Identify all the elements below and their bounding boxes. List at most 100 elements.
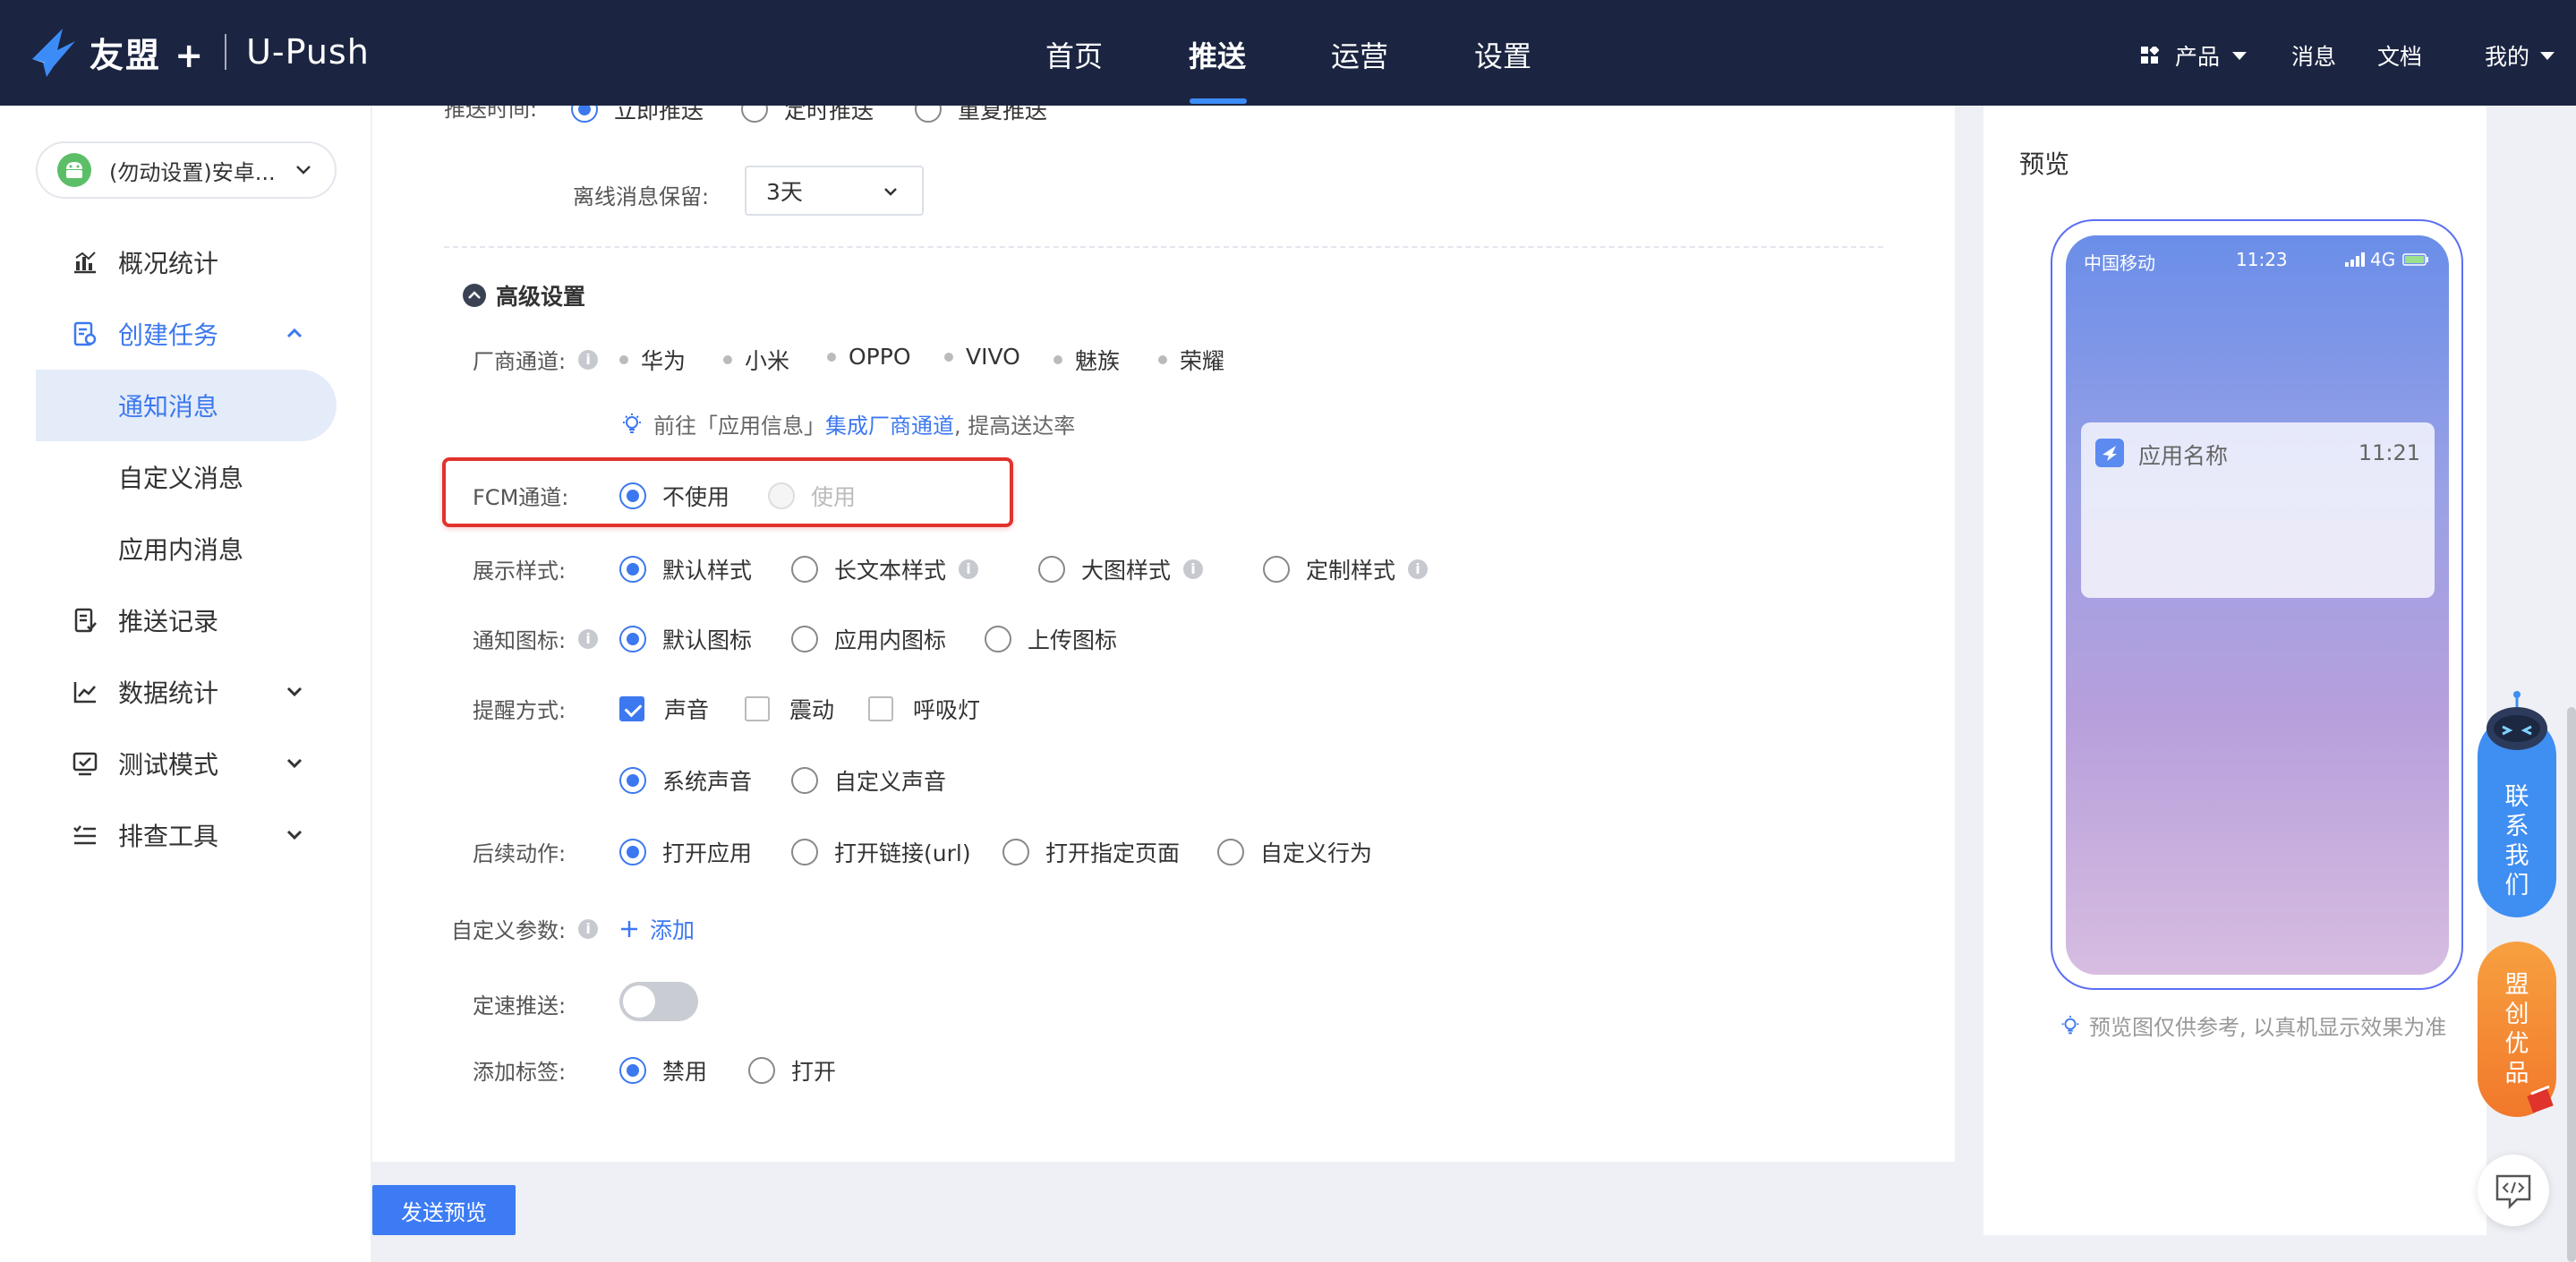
icon-inapp-radio[interactable]: 应用内图标 — [791, 623, 946, 655]
icon-default-radio[interactable]: 默认图标 — [619, 623, 752, 655]
remind-sound-checkbox[interactable]: 声音 — [619, 693, 709, 725]
advanced-settings-title: 高级设置 — [496, 284, 586, 310]
page-scrollbar[interactable] — [2567, 707, 2576, 1262]
fixed-speed-toggle[interactable] — [619, 982, 698, 1021]
sidebar-item-notification[interactable]: 通知消息 — [36, 370, 337, 441]
info-icon[interactable]: i — [578, 628, 599, 649]
icon-upload-radio[interactable]: 上传图标 — [985, 623, 1117, 655]
fcm-off-radio[interactable]: 不使用 — [619, 480, 729, 512]
fcm-on-radio[interactable]: 使用 — [768, 480, 856, 512]
chevron-down-icon — [884, 188, 897, 196]
sidebar-item-label: 自定义消息 — [118, 464, 244, 493]
push-now-radio[interactable]: 立即推送 — [571, 106, 704, 125]
vendor-meizu: 魅族 — [1053, 344, 1120, 376]
notif-icon-label: 通知图标: — [473, 628, 567, 653]
notif-app-name: 应用名称 — [2138, 443, 2229, 469]
notif-time: 11:21 — [2358, 440, 2420, 465]
offline-label: 离线消息保留: — [573, 184, 710, 209]
app-selector[interactable]: (勿动设置)安卓... — [36, 141, 337, 199]
main-form-panel — [372, 106, 1955, 1162]
plus-icon — [621, 921, 637, 937]
after-open-url-radio[interactable]: 打开链接(url) — [791, 836, 971, 868]
after-custom-radio[interactable]: 自定义行为 — [1217, 836, 1372, 868]
remind-light-checkbox[interactable]: 呼吸灯 — [868, 693, 980, 725]
fixed-speed-label: 定速推送: — [473, 993, 567, 1019]
offline-select[interactable]: 3天 — [745, 166, 924, 216]
tags-disable-radio[interactable]: 禁用 — [619, 1054, 707, 1087]
caret-down-icon — [2540, 52, 2555, 60]
sidebar-item-overview[interactable]: 概况统计 — [36, 226, 337, 298]
nav-operations[interactable]: 运营 — [1331, 34, 1388, 75]
nav-settings[interactable]: 设置 — [1474, 34, 1531, 75]
monitor-check-icon — [73, 752, 98, 776]
info-icon: i — [959, 559, 979, 579]
send-preview-button[interactable]: 发送预览 — [372, 1185, 516, 1235]
add-param-button[interactable]: 添加 — [619, 913, 695, 945]
offline-select-value: 3天 — [766, 179, 803, 205]
line-chart-icon — [73, 682, 96, 703]
account-menu[interactable]: 我的 — [2485, 39, 2555, 72]
sidebar-item-test-mode[interactable]: 测试模式 — [36, 728, 337, 799]
umeng-logo[interactable]: 友盟 + U-Push — [27, 23, 370, 81]
after-open-page-radio[interactable]: 打开指定页面 — [1002, 836, 1180, 868]
phone-screen — [2066, 235, 2449, 975]
collapse-up-icon — [463, 284, 486, 307]
sidebar-item-push-records[interactable]: 推送记录 — [36, 584, 337, 656]
preview-note-text: 预览图仅供参考, 以真机显示效果为准 — [2089, 1015, 2447, 1040]
notif-icon-label-row: 通知图标: i — [473, 623, 599, 654]
vendor-label-row: 厂商通道: i — [473, 344, 599, 375]
tags-open-radio[interactable]: 打开 — [748, 1054, 836, 1087]
code-chat-icon — [2495, 1174, 2531, 1210]
records-icon — [74, 608, 97, 633]
sound-system-radio[interactable]: 系统声音 — [619, 764, 752, 797]
push-scheduled-radio[interactable]: 定时推送 — [741, 106, 874, 125]
remind-vibrate-checkbox[interactable]: 震动 — [745, 693, 834, 725]
caret-down-icon — [2232, 52, 2248, 60]
sidebar-item-data-stats[interactable]: 数据统计 — [36, 656, 337, 728]
nav-push[interactable]: 推送 — [1189, 34, 1246, 75]
sidebar-item-in-app-message[interactable]: 应用内消息 — [36, 513, 337, 584]
promo-button[interactable]: 盟创优品 — [2478, 942, 2556, 1117]
chevron-down-icon — [286, 830, 303, 840]
contact-us-label: 联系我们 — [2504, 783, 2529, 900]
display-style-label: 展示样式: — [473, 559, 567, 584]
sidebar-item-custom-message[interactable]: 自定义消息 — [36, 441, 337, 513]
feedback-chat-button[interactable] — [2478, 1155, 2549, 1226]
sidebar-item-label: 数据统计 — [118, 678, 219, 708]
account-label: 我的 — [2485, 44, 2530, 70]
sound-custom-radio[interactable]: 自定义声音 — [791, 764, 946, 797]
info-icon: i — [1408, 559, 1429, 579]
after-open-app-radio[interactable]: 打开应用 — [619, 836, 752, 868]
sidebar-item-label: 推送记录 — [118, 607, 219, 636]
messages-link[interactable]: 消息 — [2291, 39, 2336, 72]
info-icon[interactable]: i — [578, 349, 599, 370]
integrate-vendor-link[interactable]: 集成厂商通道 — [825, 408, 954, 439]
style-default-radio[interactable]: 默认样式 — [619, 553, 752, 585]
sidebar-item-create-task[interactable]: 创建任务 — [36, 298, 337, 370]
docs-link[interactable]: 文档 — [2377, 39, 2422, 72]
info-icon[interactable]: i — [578, 918, 599, 939]
robot-icon — [2486, 691, 2547, 750]
style-custom-radio[interactable]: 定制样式 i — [1263, 553, 1429, 585]
gift-icon — [2527, 1085, 2554, 1113]
umeng-bird-icon — [32, 29, 75, 77]
checklist-icon — [73, 825, 96, 845]
contact-us-button[interactable]: 联系我们 — [2478, 691, 2556, 917]
document-edit-icon — [73, 321, 97, 346]
carrier-label: 中国移动 — [2084, 252, 2155, 274]
preview-title: 预览 — [2019, 149, 2070, 179]
network-label: 4G — [2370, 249, 2396, 270]
vendor-xiaomi: 小米 — [723, 344, 789, 376]
chevron-up-icon — [286, 328, 303, 338]
nav-home[interactable]: 首页 — [1045, 34, 1103, 75]
advanced-toggle[interactable]: 高级设置 — [462, 279, 585, 311]
style-bigimage-radio[interactable]: 大图样式 i — [1038, 553, 1204, 585]
remind-label: 提醒方式: — [473, 698, 567, 723]
style-longtext-radio[interactable]: 长文本样式 i — [791, 553, 979, 585]
products-menu[interactable]: 产品 — [2141, 39, 2248, 72]
sidebar-item-troubleshoot[interactable]: 排查工具 — [36, 799, 337, 871]
push-repeat-radio[interactable]: 重复推送 — [915, 106, 1047, 125]
phone-time: 11:23 — [2236, 249, 2288, 270]
android-icon — [57, 153, 91, 187]
sidebar-item-label: 应用内消息 — [118, 535, 244, 565]
